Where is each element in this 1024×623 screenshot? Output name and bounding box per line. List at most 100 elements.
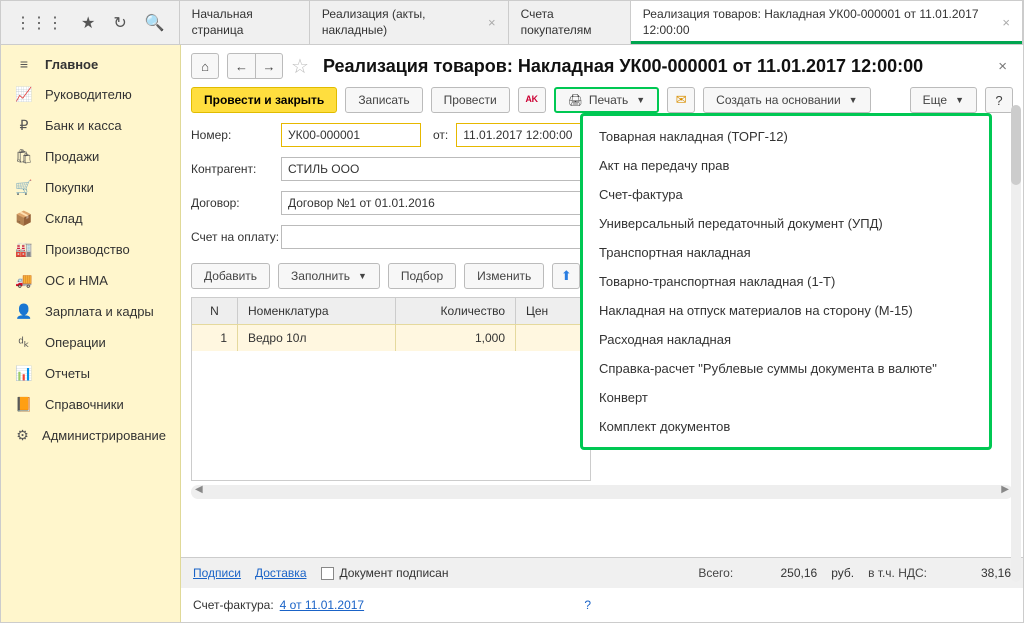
- post-button[interactable]: Провести: [431, 87, 510, 113]
- vertical-scrollbar[interactable]: [1011, 105, 1021, 582]
- signatures-link[interactable]: Подписи: [193, 566, 241, 580]
- invoice-label: Счет-фактура:: [193, 598, 274, 612]
- sidebar-item-operations[interactable]: ᵈₖОперации: [1, 327, 180, 358]
- table-header: N Номенклатура Количество Цен: [192, 298, 590, 324]
- cell-price: [516, 325, 590, 351]
- add-row-button[interactable]: Добавить: [191, 263, 270, 289]
- sidebar-item-admin[interactable]: ⚙Администрирование: [1, 420, 180, 451]
- fill-button[interactable]: Заполнить▼: [278, 263, 380, 289]
- counterparty-field[interactable]: [281, 157, 581, 181]
- movements-button[interactable]: ᴬᴷ: [518, 87, 546, 113]
- pick-button[interactable]: Подбор: [388, 263, 456, 289]
- delivery-link[interactable]: Доставка: [255, 566, 307, 580]
- pay-account-field[interactable]: [281, 225, 581, 249]
- sidebar-item-main[interactable]: ≡Главное: [1, 49, 180, 79]
- sidebar-item-hr[interactable]: 👤Зарплата и кадры: [1, 296, 180, 327]
- print-menu-item[interactable]: Расходная накладная: [583, 325, 989, 354]
- tab-invoices[interactable]: Счета покупателям: [509, 1, 631, 44]
- sidebar-item-warehouse[interactable]: 📦 Склад: [1, 203, 180, 234]
- tab-sales-list[interactable]: Реализация (акты, накладные)×: [310, 1, 509, 44]
- create-based-button[interactable]: Создать на основании▼: [703, 87, 870, 113]
- cell-nomenclature: Ведро 10л: [238, 325, 396, 351]
- contract-field[interactable]: [281, 191, 581, 215]
- close-icon[interactable]: ×: [1002, 15, 1010, 30]
- invoice-row: Счет-фактура: 4 от 11.01.2017 ?: [181, 588, 1023, 622]
- sidebar-item-reports[interactable]: 📊Отчеты: [1, 358, 180, 389]
- help-link[interactable]: ?: [584, 598, 591, 612]
- print-menu-item[interactable]: Акт на передачу прав: [583, 151, 989, 180]
- print-menu-item[interactable]: Комплект документов: [583, 412, 989, 441]
- print-menu-item[interactable]: Справка-расчет "Рублевые суммы документа…: [583, 354, 989, 383]
- currency-label: руб.: [831, 566, 854, 580]
- number-field[interactable]: [281, 123, 421, 147]
- print-menu-item[interactable]: Товарно-транспортная накладная (1-Т): [583, 267, 989, 296]
- print-menu-item[interactable]: Транспортная накладная: [583, 238, 989, 267]
- print-menu-item[interactable]: Счет-фактура: [583, 180, 989, 209]
- footer: Подписи Доставка Документ подписан Всего…: [181, 557, 1023, 588]
- cell-n: 1: [192, 325, 238, 351]
- caret-down-icon: ▼: [955, 95, 964, 105]
- page-title: Реализация товаров: Накладная УК00-00000…: [323, 56, 923, 77]
- sidebar-item-label: Зарплата и кадры: [45, 304, 154, 319]
- col-price[interactable]: Цен: [516, 298, 590, 324]
- tab-home[interactable]: Начальная страница: [180, 1, 310, 44]
- print-menu-item[interactable]: Конверт: [583, 383, 989, 412]
- sidebar-item-sales[interactable]: 🛍Продажи: [1, 141, 180, 172]
- more-button[interactable]: Еще▼: [910, 87, 977, 113]
- sidebar-item-label: Склад: [45, 211, 83, 226]
- print-menu-item[interactable]: Накладная на отпуск материалов на сторон…: [583, 296, 989, 325]
- invoice-link[interactable]: 4 от 11.01.2017: [280, 598, 364, 612]
- box-icon: 📦: [15, 210, 33, 227]
- bag-icon: 🛍: [15, 148, 33, 165]
- topbar-icon-tray: ⋮⋮⋮ ★ ↻ 🔍: [1, 1, 180, 44]
- favorite-toggle[interactable]: ☆: [291, 54, 309, 79]
- search-icon[interactable]: 🔍: [145, 13, 165, 33]
- move-up-button[interactable]: ⬆: [552, 263, 580, 289]
- close-icon[interactable]: ×: [488, 15, 496, 30]
- cart-icon: 🛒: [15, 179, 33, 196]
- sidebar-item-label: Руководителю: [45, 87, 132, 102]
- sidebar-item-assets[interactable]: 🚚ОС и НМА: [1, 265, 180, 296]
- sidebar-item-production[interactable]: 🏭Производство: [1, 234, 180, 265]
- write-button[interactable]: Записать: [345, 87, 422, 113]
- items-table: N Номенклатура Количество Цен 1 Ведро 10…: [191, 297, 591, 481]
- home-button[interactable]: ⌂: [191, 53, 219, 79]
- sidebar-item-purchases[interactable]: 🛒 Покупки: [1, 172, 180, 203]
- back-button[interactable]: ←: [227, 53, 255, 79]
- print-button[interactable]: 🖨Печать▼: [554, 87, 659, 113]
- print-menu-item[interactable]: Товарная накладная (ТОРГ-12): [583, 122, 989, 151]
- star-icon[interactable]: ★: [81, 13, 95, 33]
- change-button[interactable]: Изменить: [464, 263, 544, 289]
- email-button[interactable]: ✉: [667, 87, 695, 113]
- counterparty-label: Контрагент:: [191, 162, 281, 176]
- col-nomenclature[interactable]: Номенклатура: [238, 298, 396, 324]
- forward-button[interactable]: →: [255, 53, 283, 79]
- sidebar-item-label: Администрирование: [42, 428, 166, 443]
- help-button[interactable]: ?: [985, 87, 1013, 113]
- from-label: от:: [433, 128, 448, 142]
- sidebar-item-bank[interactable]: ₽Банк и касса: [1, 110, 180, 141]
- commit-close-button[interactable]: Провести и закрыть: [191, 87, 337, 113]
- sidebar-item-label: Операции: [45, 335, 106, 350]
- total-value: 250,16: [747, 566, 817, 580]
- sidebar: ≡Главное 📈Руководителю ₽Банк и касса 🛍Пр…: [1, 45, 181, 622]
- history-icon[interactable]: ↻: [113, 13, 126, 33]
- horizontal-scrollbar[interactable]: [191, 485, 1013, 499]
- table-row[interactable]: 1 Ведро 10л 1,000: [192, 324, 590, 351]
- sidebar-item-label: Производство: [45, 242, 130, 257]
- caret-down-icon: ▼: [358, 271, 367, 281]
- tab-document[interactable]: Реализация товаров: Накладная УК00-00000…: [631, 1, 1023, 44]
- truck-icon: 🚚: [15, 272, 33, 289]
- topbar: ⋮⋮⋮ ★ ↻ 🔍 Начальная страница Реализация …: [1, 1, 1023, 45]
- sidebar-item-catalogs[interactable]: 📙Справочники: [1, 389, 180, 420]
- col-n[interactable]: N: [192, 298, 238, 324]
- signed-checkbox[interactable]: Документ подписан: [321, 566, 449, 580]
- book-icon: 📙: [15, 396, 33, 413]
- apps-icon[interactable]: ⋮⋮⋮: [15, 13, 63, 33]
- sidebar-item-manager[interactable]: 📈Руководителю: [1, 79, 180, 110]
- sidebar-item-label: Покупки: [45, 180, 94, 195]
- date-field[interactable]: [457, 124, 597, 146]
- close-button[interactable]: ×: [992, 58, 1013, 75]
- print-menu-item[interactable]: Универсальный передаточный документ (УПД…: [583, 209, 989, 238]
- col-quantity[interactable]: Количество: [396, 298, 516, 324]
